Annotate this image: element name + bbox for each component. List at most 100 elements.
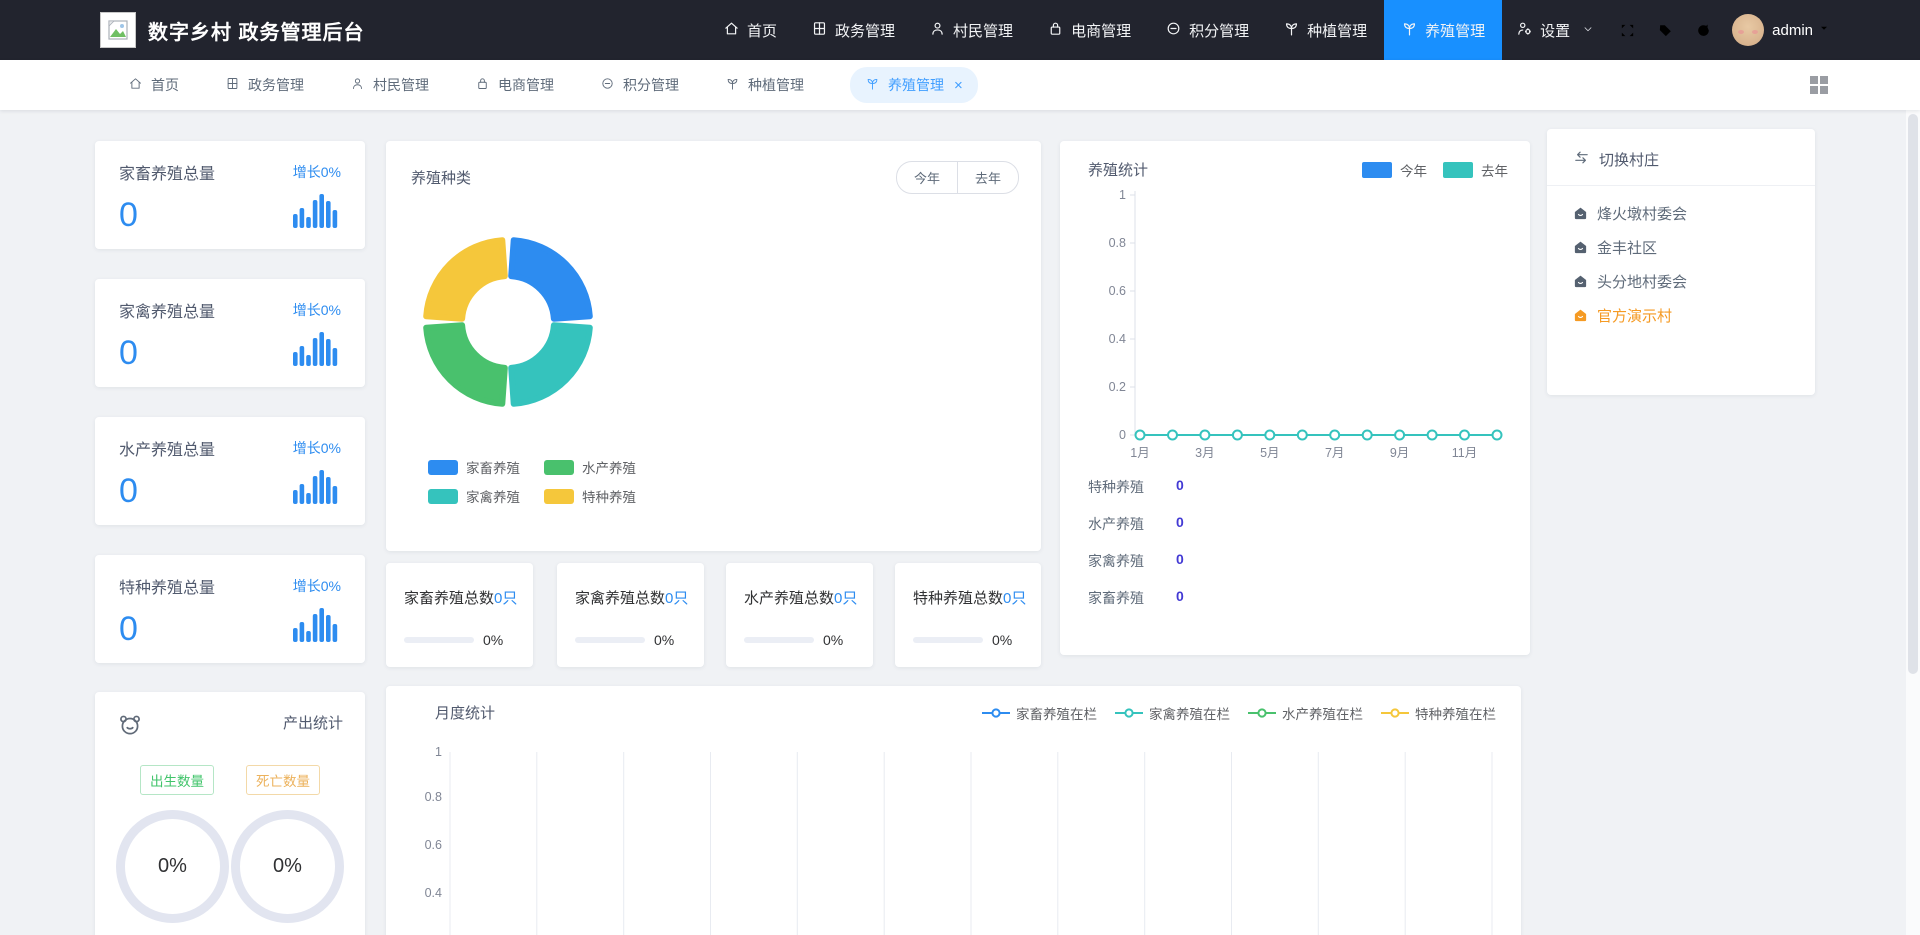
nav-item-ecommerce[interactable]: 电商管理 [1030,0,1148,60]
legend-item[interactable]: 家禽养殖 [428,486,544,506]
nav-item-villagers[interactable]: 村民管理 [912,0,1030,60]
breed-stats-list: 特种养殖0 水产养殖0 家禽养殖0 家畜养殖0 [1088,477,1184,608]
user-gear-icon [1516,20,1533,41]
stat-label: 家畜养殖总量 [119,160,215,184]
coin-icon [1165,20,1182,41]
stats-row: 家禽养殖 0 [1088,551,1184,571]
nav-item-label: 政务管理 [835,20,895,41]
village-name: 金丰社区 [1597,237,1657,258]
lock-icon [1047,20,1064,41]
village-item[interactable]: 烽火墩村委会 [1573,203,1789,224]
output-rings: 0% 0% [95,810,365,923]
legend-item[interactable]: 家禽养殖在栏 [1115,703,1230,723]
legend-item[interactable]: 特种养殖在栏 [1381,703,1496,723]
monthly-grid-chart[interactable]: 1 0.8 0.6 0.4 [386,730,1521,935]
last-year-button[interactable]: 去年 [957,162,1018,193]
progress-bar [404,637,474,643]
nav-actions: admin [1608,0,1920,60]
legend-item[interactable]: 特种养殖 [544,486,660,506]
house-icon [1573,274,1588,289]
legend-item[interactable]: 去年 [1443,160,1508,180]
legend-label: 家禽养殖 [466,486,520,506]
legend-item[interactable]: 今年 [1362,160,1427,180]
scrollbar-track[interactable] [1906,60,1920,935]
tab-points[interactable]: 积分管理 [600,75,679,95]
this-year-button[interactable]: 今年 [897,162,957,193]
count-value: 0只 [494,590,517,607]
stat-growth: 增长0% [293,576,341,596]
stats-row-value: 0 [1176,514,1184,534]
tab-government[interactable]: 政务管理 [225,75,304,95]
progress-percent: 0% [483,632,503,648]
line-chart[interactable]: 1 0.8 0.6 0.4 0.2 0 1月 3月 5月 7月 9月 11月 [1060,181,1530,471]
person-icon [350,76,365,94]
village-item-active[interactable]: 官方演示村 [1573,305,1789,326]
refresh-icon[interactable] [1684,0,1722,60]
count-card-livestock: 家畜养殖总数0只 0% [386,563,533,667]
year-toggle: 今年 去年 [896,161,1019,194]
nav-item-government[interactable]: 政务管理 [794,0,912,60]
nav-item-points[interactable]: 积分管理 [1148,0,1266,60]
tag-icon[interactable] [1646,0,1684,60]
nav-item-planting[interactable]: 种植管理 [1266,0,1384,60]
progress-percent: 0% [823,632,843,648]
donut-segment-special [426,240,505,319]
scrollbar-thumb[interactable] [1908,114,1918,674]
tab-breeding-active[interactable]: 养殖管理 × [850,67,978,103]
tab-overview-grid-icon[interactable] [1810,76,1828,94]
nav-item-settings[interactable]: 设置 [1502,0,1608,60]
lock-icon [475,76,490,94]
stats-row: 水产养殖0 [1088,514,1184,534]
app-logo-broken-image-icon [100,12,136,48]
stats-row-value: 0 [1176,551,1184,571]
card-title: 产出统计 [283,712,343,733]
nav-item-breeding[interactable]: 养殖管理 [1384,0,1502,60]
sprout-icon [1401,20,1418,41]
chevron-down-icon [1582,22,1594,39]
legend-item[interactable]: 水产养殖在栏 [1248,703,1363,723]
nav-item-home[interactable]: 首页 [706,0,794,60]
home-icon [723,20,740,41]
line-marker-icon [982,708,1010,718]
stats-row-label: 家畜养殖 [1088,588,1144,608]
count-card-aquatic: 水产养殖总数0只 0% [726,563,873,667]
card-title: 养殖统计 [1088,159,1148,180]
stat-growth: 增长0% [293,438,341,458]
fullscreen-icon[interactable] [1608,0,1646,60]
stat-label: 水产养殖总量 [119,436,215,460]
birth-percent-ring: 0% [116,810,229,923]
document-icon [811,20,828,41]
legend-item[interactable]: 家畜养殖在栏 [982,703,1097,723]
legend-label: 水产养殖 [582,457,636,477]
village-item[interactable]: 金丰社区 [1573,237,1789,258]
count-label: 家畜养殖总数 [404,590,494,607]
nav-item-label: 村民管理 [953,20,1013,41]
chevron-down-icon[interactable] [1818,21,1830,39]
svg-text:0.4: 0.4 [1109,332,1126,346]
stats-row-label: 家禽养殖 [1088,551,1144,571]
legend-swatch [428,460,458,475]
svg-text:0.2: 0.2 [1109,380,1126,394]
donut-chart[interactable] [408,222,608,422]
monthly-stats-card: 月度统计 家畜养殖在栏 家禽养殖在栏 水产养殖在栏 特种养殖在栏 [386,686,1521,935]
bar-chart-icon [293,468,339,509]
switch-arrows-icon [1573,149,1590,170]
tab-ecommerce[interactable]: 电商管理 [475,75,554,95]
death-count-tag[interactable]: 死亡数量 [246,765,320,795]
username: admin [1772,22,1813,39]
village-item[interactable]: 头分地村委会 [1573,271,1789,292]
user-avatar[interactable] [1732,14,1764,46]
legend-item[interactable]: 水产养殖 [544,457,660,477]
tab-villagers[interactable]: 村民管理 [350,75,429,95]
legend-item[interactable]: 家畜养殖 [428,457,544,477]
tab-label: 种植管理 [748,75,804,95]
stat-label: 特种养殖总量 [119,574,215,598]
tab-home[interactable]: 首页 [128,75,179,95]
tab-planting[interactable]: 种植管理 [725,75,804,95]
birth-count-tag[interactable]: 出生数量 [140,765,214,795]
tabbar: 首页 政务管理 村民管理 电商管理 积分管理 种植管理 养殖管理 × [0,60,1920,110]
close-icon[interactable]: × [954,78,963,93]
nav-item-label: 养殖管理 [1425,20,1485,41]
legend-swatch [544,489,574,504]
village-name: 头分地村委会 [1597,271,1687,292]
